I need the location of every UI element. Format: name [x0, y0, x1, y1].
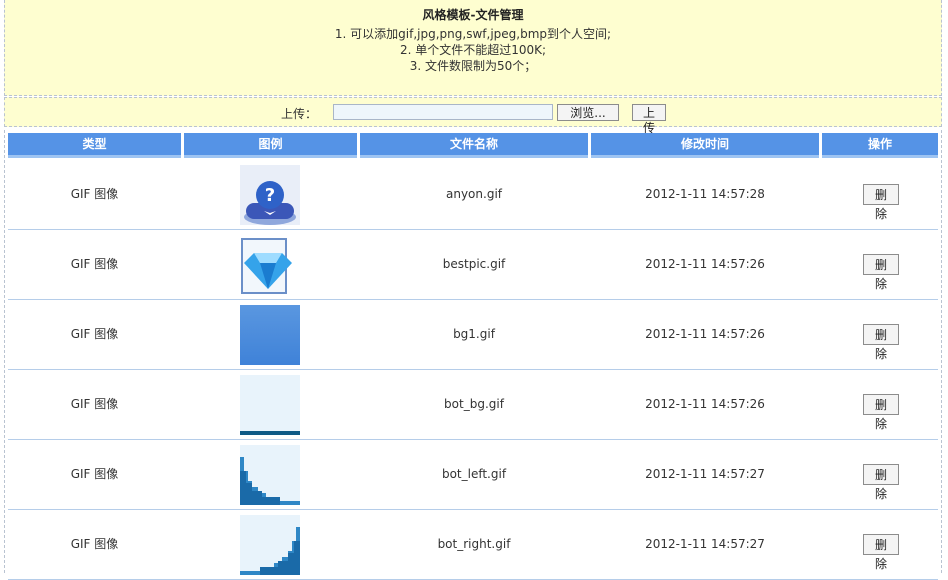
blue-gradient-thumbnail — [240, 305, 300, 365]
modified-time: 2012-1-11 14:57:26 — [645, 327, 765, 341]
column-header-filename: 文件名称 — [360, 133, 588, 158]
delete-button[interactable]: 删除 — [863, 254, 899, 291]
file-name: bot_bg.gif — [444, 397, 504, 411]
file-type: GIF 图像 — [70, 467, 119, 481]
modified-time: 2012-1-11 14:57:28 — [645, 187, 765, 201]
file-name: bestpic.gif — [442, 257, 506, 271]
rule-item: 2. 单个文件不能超过100K; — [399, 43, 547, 57]
instructions-panel: 风格模板-文件管理 1. 可以添加gif,jpg,png,swf,jpeg,bm… — [4, 0, 942, 96]
column-header-preview: 图例 — [184, 133, 357, 158]
rules-list: 1. 可以添加gif,jpg,png,swf,jpeg,bmp到个人空间; 2.… — [5, 26, 941, 74]
page-title: 风格模板-文件管理 — [422, 8, 524, 22]
upload-bar: 上传： 浏览... 上传 — [4, 97, 942, 135]
file-type: GIF 图像 — [70, 537, 119, 551]
upload-label: 上传： — [281, 107, 318, 121]
file-path-input[interactable] — [333, 104, 553, 120]
file-type: GIF 图像 — [70, 397, 119, 411]
bottom-right-corner-thumbnail — [240, 515, 300, 575]
column-header-modified: 修改时间 — [591, 133, 819, 158]
table-row: GIF 图像 bot_left.gif 2012-1-11 14:57:27 删… — [8, 440, 938, 510]
file-name: bot_right.gif — [437, 537, 511, 551]
table-row: GIF 图像 bg1.gif 2012-1-11 14:57:26 删除 — [8, 300, 938, 370]
file-type: GIF 图像 — [70, 257, 119, 271]
file-table: 类型 图例 文件名称 修改时间 操作 GIF 图像 ? anyon.gif 20… — [4, 130, 942, 580]
svg-text:?: ? — [265, 185, 275, 206]
delete-button[interactable]: 删除 — [863, 394, 899, 431]
bottom-bar-thumbnail — [240, 375, 300, 435]
anyon-thumbnail: ? — [240, 165, 300, 225]
table-row: GIF 图像 bot_right.gif 2012-1-11 14:57:27 … — [8, 510, 938, 580]
rule-item: 3. 文件数限制为50个； — [409, 59, 537, 73]
modified-time: 2012-1-11 14:57:27 — [645, 467, 765, 481]
file-name: bot_left.gif — [441, 467, 507, 481]
file-name: anyon.gif — [446, 187, 502, 201]
delete-button[interactable]: 删除 — [863, 534, 899, 571]
bottom-left-corner-thumbnail — [240, 445, 300, 505]
modified-time: 2012-1-11 14:57:26 — [645, 397, 765, 411]
column-header-type: 类型 — [8, 133, 181, 158]
file-type: GIF 图像 — [70, 327, 119, 341]
delete-button[interactable]: 删除 — [863, 184, 899, 221]
delete-button[interactable]: 删除 — [863, 464, 899, 501]
modified-time: 2012-1-11 14:57:27 — [645, 537, 765, 551]
table-row: GIF 图像 ? anyon.gif 2012-1-11 14:57:28 删除 — [8, 160, 938, 230]
delete-button[interactable]: 删除 — [863, 324, 899, 361]
browse-button[interactable]: 浏览... — [557, 104, 619, 121]
file-type: GIF 图像 — [70, 187, 119, 201]
column-header-actions: 操作 — [822, 133, 938, 158]
diamond-thumbnail — [240, 235, 300, 295]
upload-button[interactable]: 上传 — [632, 104, 666, 135]
rule-item: 1. 可以添加gif,jpg,png,swf,jpeg,bmp到个人空间; — [334, 27, 612, 41]
modified-time: 2012-1-11 14:57:26 — [645, 257, 765, 271]
file-name: bg1.gif — [453, 327, 495, 341]
table-row: GIF 图像 bot_bg.gif 2012-1-11 14:57:26 删除 — [8, 370, 938, 440]
table-row: GIF 图像 bestpic.gif 2012-1-11 14:57:26 删除 — [8, 230, 938, 300]
